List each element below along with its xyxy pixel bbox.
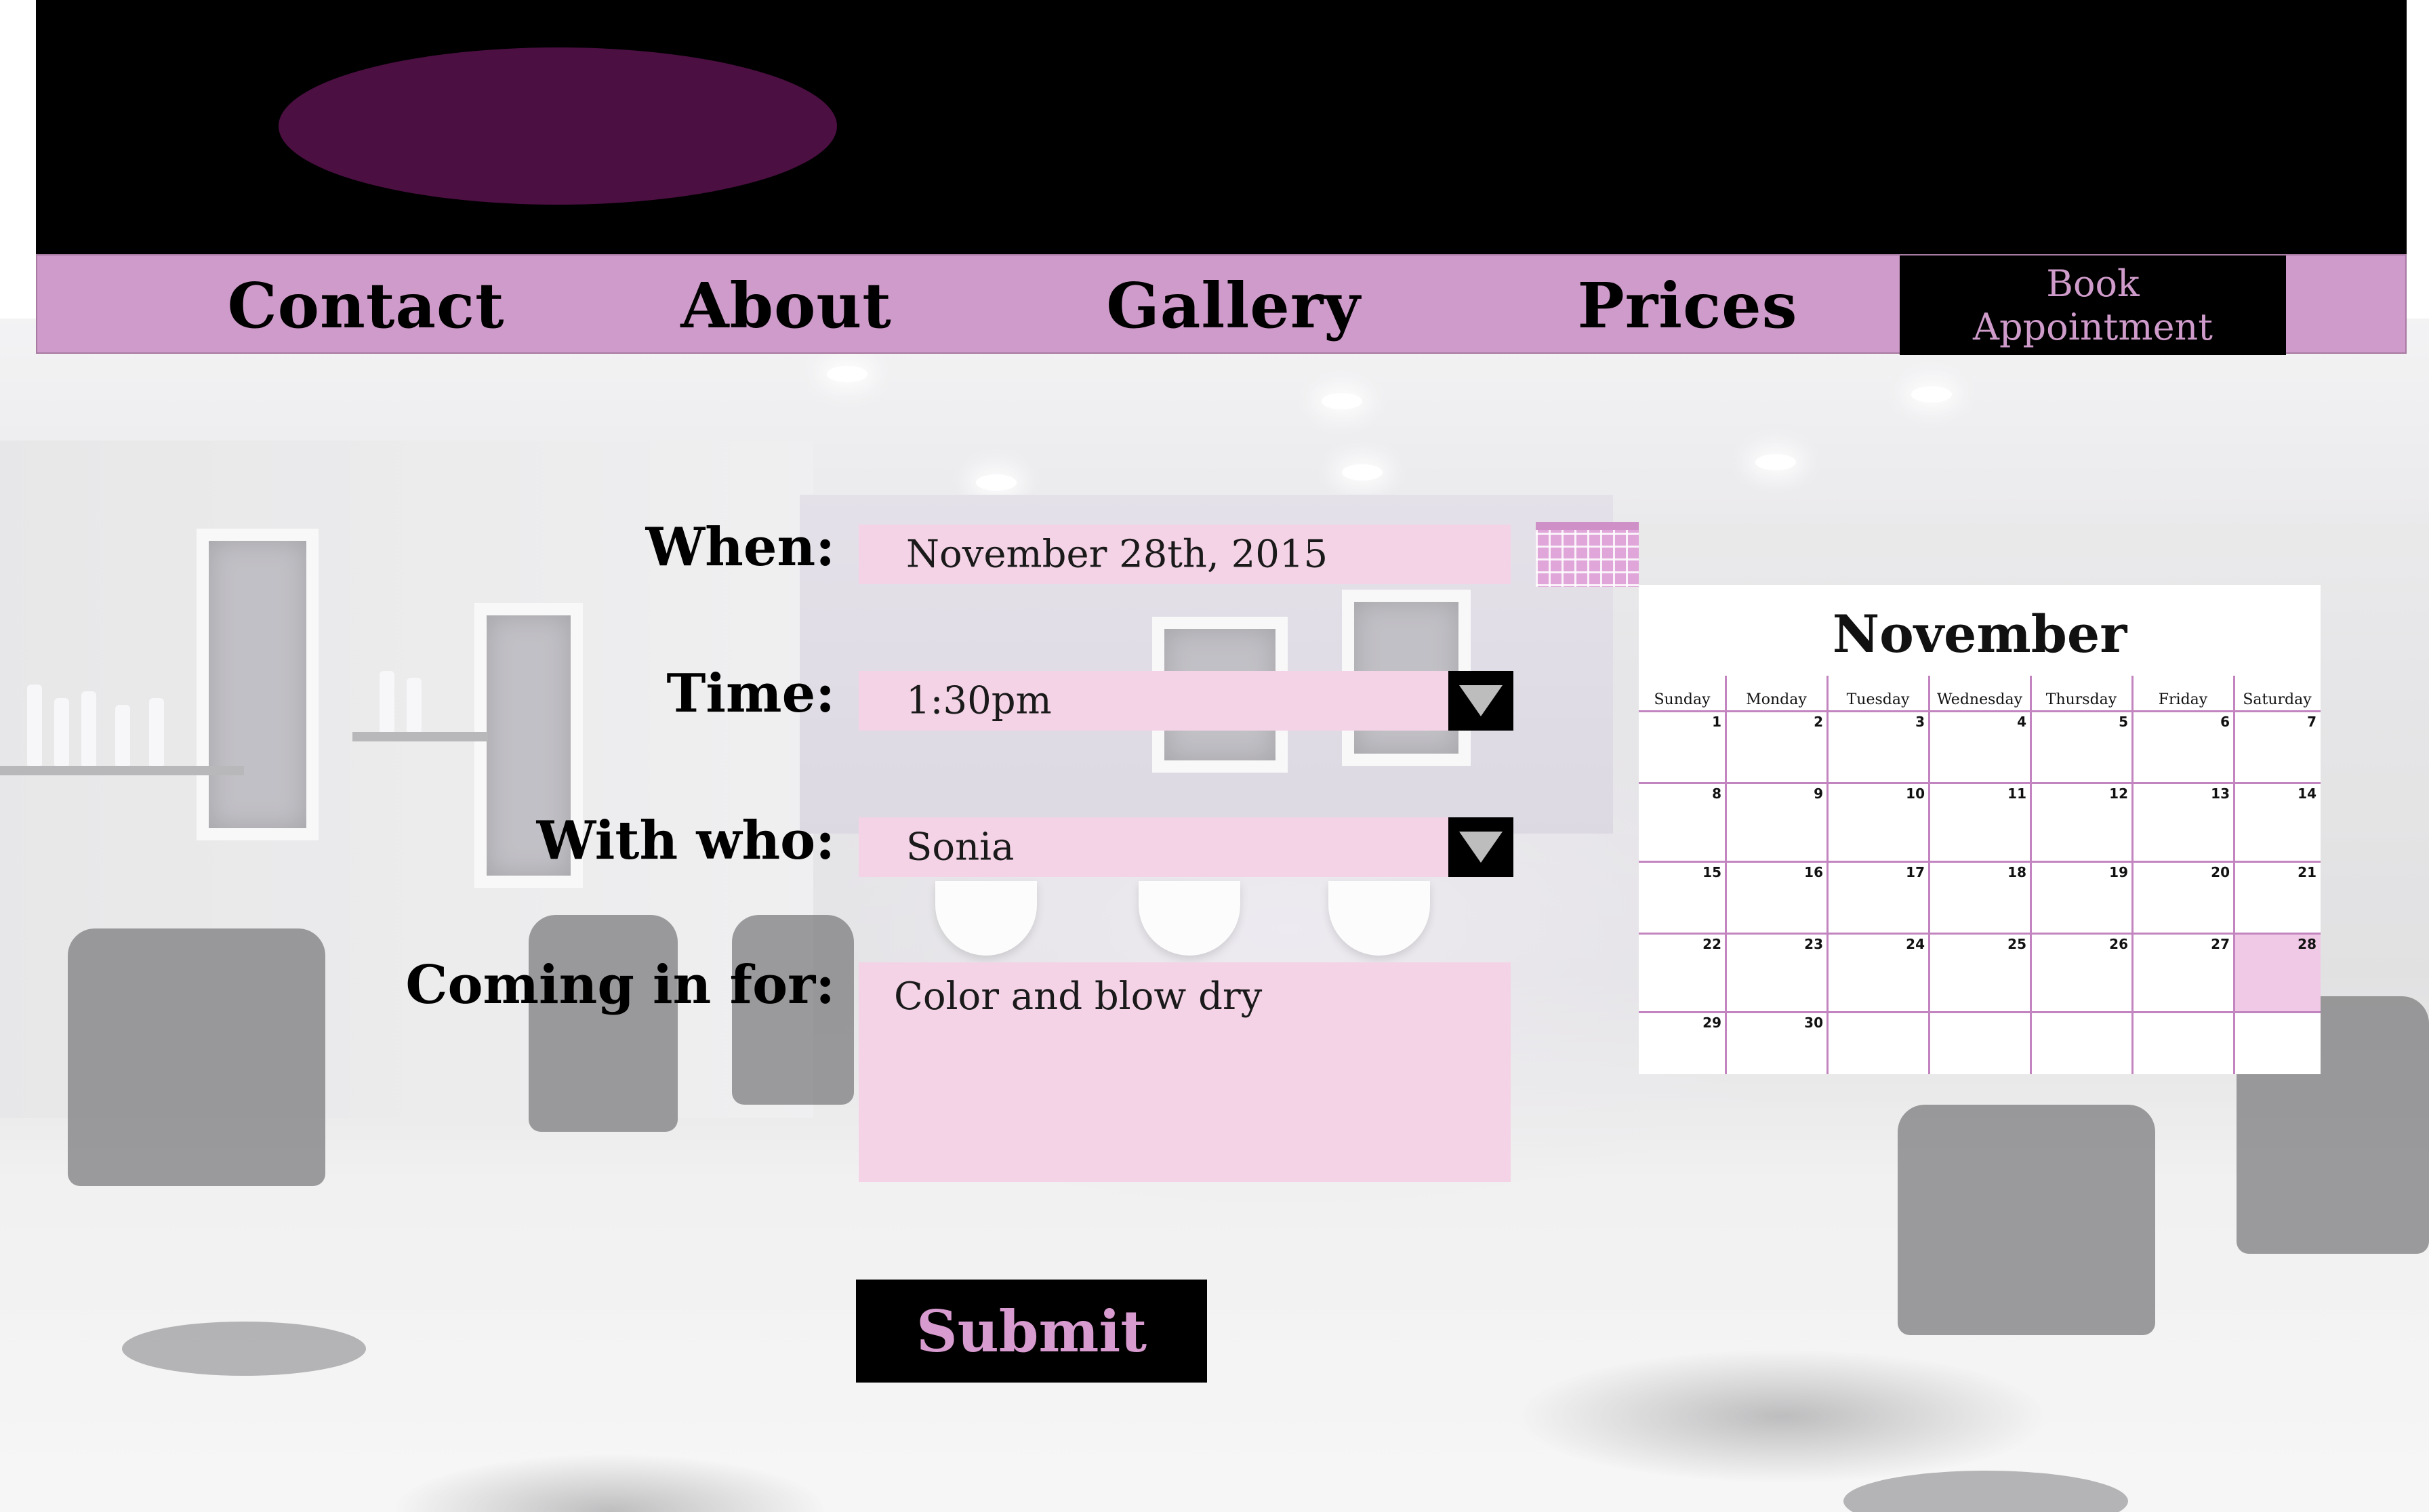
calendar-gridline [1639, 782, 2321, 784]
calendar-day-25[interactable]: 25 [1929, 933, 2030, 1012]
book-label-line2: Appointment [1972, 305, 2213, 348]
calendar-empty-cell [1929, 1012, 2030, 1074]
calendar-month: November [1832, 604, 2127, 664]
coming-in-for-label: Coming in for: [405, 954, 835, 1016]
calendar-day-2[interactable]: 2 [1726, 711, 1827, 783]
dropdown-arrow-icon [1459, 832, 1503, 863]
nav-item-about[interactable]: About [613, 256, 959, 355]
date-value: November 28th, 2015 [906, 532, 1328, 577]
time-value: 1:30pm [906, 678, 1052, 723]
header-bar [36, 0, 2407, 254]
calendar-day-28[interactable]: 28 [2234, 933, 2321, 1012]
calendar-weekday-thursday: Thursday [2045, 691, 2117, 708]
calendar-day-1[interactable]: 1 [1639, 711, 1726, 783]
calendar-day-4[interactable]: 4 [1929, 711, 2030, 783]
calendar-empty-cell [2132, 1012, 2234, 1074]
calendar-weekday-sunday: Sunday [1654, 691, 1711, 708]
calendar-gridline [2233, 676, 2235, 1074]
calendar-day-10[interactable]: 10 [1827, 783, 1929, 861]
calendar-day-24[interactable]: 24 [1827, 933, 1929, 1012]
calendar-day-17[interactable]: 17 [1827, 861, 1929, 933]
calendar-day-27[interactable]: 27 [2132, 933, 2234, 1012]
calendar-weekday-tuesday: Tuesday [1846, 691, 1910, 708]
calendar-day-13[interactable]: 13 [2132, 783, 2234, 861]
calendar-weekday-monday: Monday [1746, 691, 1807, 708]
calendar-day-11[interactable]: 11 [1929, 783, 2030, 861]
calendar-gridline [1826, 676, 1829, 1074]
calendar-day-29[interactable]: 29 [1639, 1012, 1726, 1074]
calendar-day-30[interactable]: 30 [1726, 1012, 1827, 1074]
calendar-gridline [1639, 861, 2321, 863]
with-who-label: With who: [536, 810, 835, 872]
calendar-day-7[interactable]: 7 [2234, 711, 2321, 783]
calendar-day-9[interactable]: 9 [1726, 783, 1827, 861]
time-label: Time: [666, 663, 835, 724]
calendar-empty-cell [1827, 1012, 1929, 1074]
calendar-icon[interactable] [1536, 522, 1639, 587]
time-select[interactable]: 1:30pm [859, 671, 1450, 731]
calendar-day-8[interactable]: 8 [1639, 783, 1726, 861]
nav-item-book-appointment[interactable]: Book Appointment [1900, 256, 2286, 355]
logo[interactable] [279, 47, 837, 205]
calendar-gridline [1639, 710, 2321, 712]
calendar-day-26[interactable]: 26 [2030, 933, 2132, 1012]
calendar-weekday-friday: Friday [2158, 691, 2208, 708]
calendar-gridline [1639, 933, 2321, 935]
calendar-day-19[interactable]: 19 [2030, 861, 2132, 933]
service-value: Color and blow dry [894, 975, 1263, 1019]
calendar-empty-cell [2234, 1012, 2321, 1074]
calendar-gridline [2131, 676, 2134, 1074]
calendar-day-22[interactable]: 22 [1639, 933, 1726, 1012]
date-field[interactable]: November 28th, 2015 [859, 525, 1511, 584]
calendar-grid: Sunday Monday Tuesday Wednesday Thursday Frid… [1639, 676, 2321, 1074]
calendar-empty-cell [2030, 1012, 2132, 1074]
stylist-dropdown-button[interactable] [1448, 817, 1513, 877]
calendar-day-15[interactable]: 15 [1639, 861, 1726, 933]
stylist-value: Sonia [906, 825, 1015, 870]
service-textarea[interactable]: Color and blow dry [859, 962, 1511, 1182]
stylist-select[interactable]: Sonia [859, 817, 1450, 877]
calendar-day-12[interactable]: 12 [2030, 783, 2132, 861]
calendar-gridline [1725, 676, 1727, 1074]
nav-item-prices[interactable]: Prices [1515, 256, 1860, 355]
dropdown-arrow-icon [1459, 685, 1503, 716]
calendar-day-16[interactable]: 16 [1726, 861, 1827, 933]
book-label-line1: Book [2046, 262, 2140, 305]
calendar-day-3[interactable]: 3 [1827, 711, 1929, 783]
calendar-gridline [1928, 676, 1930, 1074]
calendar-weekday-saturday: Saturday [2243, 691, 2312, 708]
calendar-day-21[interactable]: 21 [2234, 861, 2321, 933]
calendar-day-20[interactable]: 20 [2132, 861, 2234, 933]
submit-button[interactable]: Submit [856, 1280, 1207, 1383]
calendar-gridline [1639, 1011, 2321, 1013]
main-nav: Contact About Gallery Prices Book Appoin… [36, 254, 2407, 355]
calendar-day-14[interactable]: 14 [2234, 783, 2321, 861]
calendar-day-6[interactable]: 6 [2132, 711, 2234, 783]
nav-item-contact[interactable]: Contact [193, 256, 539, 355]
calendar-day-23[interactable]: 23 [1726, 933, 1827, 1012]
calendar-day-5[interactable]: 5 [2030, 711, 2132, 783]
calendar-gridline [2030, 676, 2032, 1074]
when-label: When: [645, 516, 835, 578]
calendar-day-18[interactable]: 18 [1929, 861, 2030, 933]
calendar-popup: November Sunday Monday Tuesday Wednesday Thu… [1639, 585, 2321, 1074]
calendar-weekday-wednesday: Wednesday [1936, 691, 2023, 708]
time-dropdown-button[interactable] [1448, 671, 1513, 731]
nav-item-gallery[interactable]: Gallery [1061, 256, 1406, 355]
